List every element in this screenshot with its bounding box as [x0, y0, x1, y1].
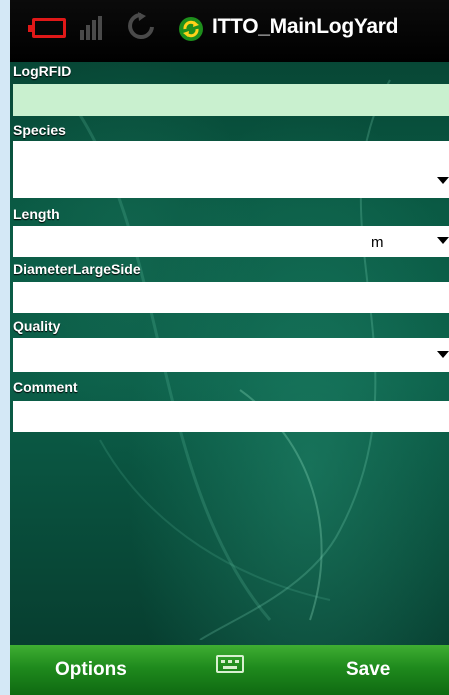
chevron-down-icon[interactable] [437, 177, 449, 184]
keyboard-icon[interactable] [216, 655, 244, 673]
status-bar: ITTO_MainLogYard [10, 0, 449, 62]
chevron-down-icon[interactable] [437, 237, 449, 244]
quality-label: Quality [13, 318, 61, 334]
sync-green-icon[interactable] [178, 16, 204, 42]
softkey-bar: Options Save [10, 645, 449, 695]
options-button[interactable]: Options [55, 659, 127, 681]
chevron-down-icon[interactable] [437, 351, 449, 358]
phone-screen: ITTO_MainLogYard LogRFID Species Length … [10, 0, 449, 695]
app-title: ITTO_MainLogYard [212, 15, 399, 38]
diameter-label: DiameterLargeSide [13, 261, 141, 277]
diameter-field[interactable] [13, 282, 449, 313]
battery-icon[interactable] [28, 18, 66, 38]
sync-gray-icon[interactable] [128, 12, 154, 42]
logrfid-label: LogRFID [13, 63, 72, 79]
comment-field[interactable] [13, 401, 449, 432]
length-label: Length [13, 206, 60, 222]
logrfid-field[interactable] [13, 84, 449, 116]
signal-icon[interactable] [80, 16, 102, 40]
comment-label: Comment [13, 379, 78, 395]
species-dropdown[interactable] [13, 141, 449, 198]
quality-dropdown[interactable] [13, 338, 449, 372]
save-button[interactable]: Save [346, 659, 390, 681]
length-field[interactable]: m [13, 226, 449, 257]
species-label: Species [13, 122, 66, 138]
length-unit-select[interactable]: m [371, 234, 384, 251]
